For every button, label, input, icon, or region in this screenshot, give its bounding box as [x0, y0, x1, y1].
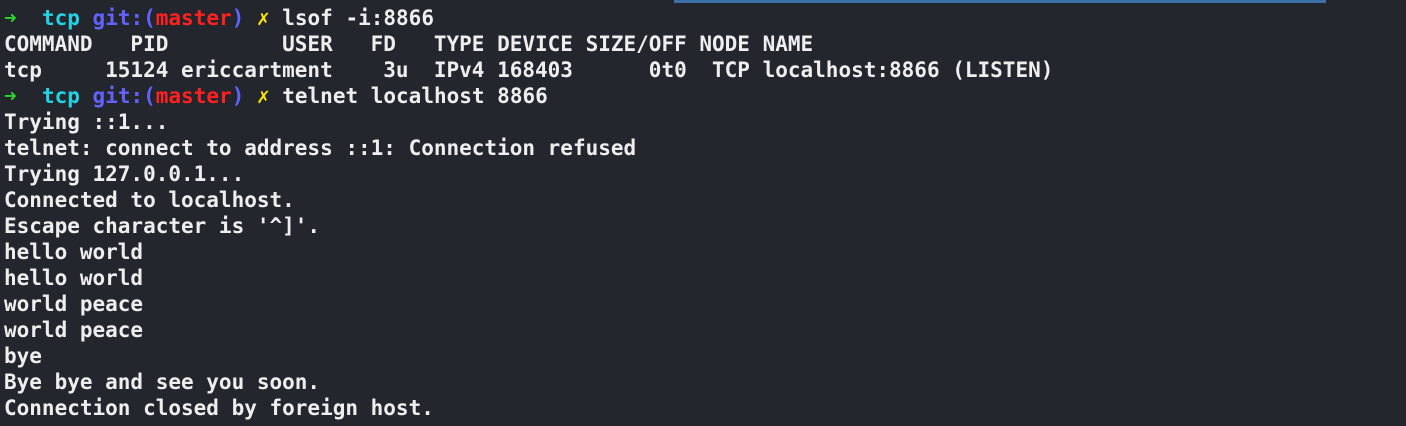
prompt-git-close: )	[231, 84, 245, 108]
output-line: bye	[4, 344, 42, 368]
output-line: world peace	[4, 318, 144, 342]
command-text: lsof -i:8866	[282, 6, 434, 30]
output-line: Connected to localhost.	[4, 188, 295, 212]
lsof-row: tcp 15124 ericcartment 3u IPv4 168403 0t…	[4, 58, 1054, 82]
prompt-dirty-icon: ✗	[256, 6, 270, 30]
prompt-arrow-icon: ➜	[4, 6, 17, 30]
output-line: telnet: connect to address ::1: Connecti…	[4, 136, 637, 160]
prompt-directory: tcp	[41, 84, 80, 108]
output-line: Trying 127.0.0.1...	[4, 162, 245, 186]
output-line: Trying ::1...	[4, 110, 169, 134]
output-line: hello world	[4, 240, 144, 264]
output-line: hello world	[4, 266, 144, 290]
prompt-branch: master	[155, 84, 232, 108]
top-accent-bar	[674, 0, 1326, 3]
prompt-git-open: git:(	[92, 84, 156, 108]
terminal-window[interactable]: ➜ tcp git:(master) ✗ lsof -i:8866 COMMAN…	[0, 0, 1406, 426]
output-line: Bye bye and see you soon.	[4, 370, 321, 394]
prompt-git-close: )	[231, 6, 245, 30]
output-line: world peace	[4, 292, 144, 316]
lsof-header: COMMAND PID USER FD TYPE DEVICE SIZE/OFF…	[4, 32, 814, 56]
output-line: Escape character is '^]'.	[4, 214, 321, 238]
terminal-output: ➜ tcp git:(master) ✗ lsof -i:8866 COMMAN…	[4, 5, 1406, 421]
prompt-branch: master	[155, 6, 232, 30]
prompt-line-2: ➜ tcp git:(master) ✗ telnet localhost 88…	[4, 83, 1406, 109]
command-text: telnet localhost 8866	[282, 84, 548, 108]
prompt-arrow-icon: ➜	[4, 84, 17, 108]
prompt-directory: tcp	[41, 6, 80, 30]
prompt-git-open: git:(	[92, 6, 156, 30]
output-line: Connection closed by foreign host.	[4, 396, 434, 420]
prompt-dirty-icon: ✗	[256, 84, 270, 108]
prompt-line-1: ➜ tcp git:(master) ✗ lsof -i:8866	[4, 5, 1406, 31]
